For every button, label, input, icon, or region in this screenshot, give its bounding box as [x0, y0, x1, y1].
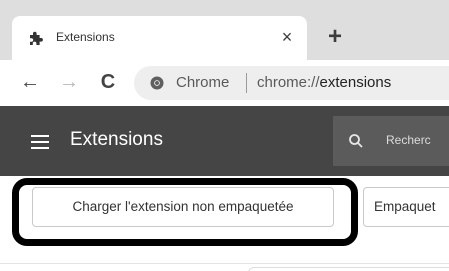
search-icon [349, 134, 363, 148]
puzzle-icon [30, 31, 43, 45]
search-input[interactable]: Recherc [333, 116, 449, 166]
extensions-header: Extensions Recherc [0, 106, 449, 176]
extension-card [248, 267, 449, 271]
tab-extensions[interactable]: Extensions × [12, 16, 307, 60]
tab-strip: Extensions × + [0, 0, 449, 60]
close-tab-icon[interactable]: × [275, 25, 299, 49]
highlight-outline [12, 178, 358, 246]
forward-icon[interactable]: → [56, 69, 82, 95]
address-bar[interactable]: Chrome chrome://extensions [134, 66, 449, 100]
reload-icon[interactable]: C [95, 69, 121, 95]
pack-extension-button[interactable]: Empaquet [363, 187, 449, 227]
chrome-logo-icon [150, 76, 164, 90]
actions-bar: Charger l'extension non empaquetée Empaq… [0, 176, 449, 271]
omnibox-separator [246, 73, 247, 93]
url-text: chrome://extensions [257, 74, 391, 91]
url-scheme: chrome:// [257, 74, 320, 91]
url-path: extensions [319, 74, 392, 91]
back-icon[interactable]: ← [17, 69, 43, 95]
tab-title: Extensions [56, 30, 115, 44]
hamburger-icon[interactable] [31, 135, 49, 149]
page-title: Extensions [70, 129, 163, 150]
new-tab-icon[interactable]: + [321, 23, 349, 51]
omnibox-chrome-label: Chrome [176, 74, 230, 91]
divider [0, 263, 449, 264]
toolbar: ← → C Chrome chrome://extensions [0, 60, 449, 106]
search-placeholder: Recherc [386, 133, 431, 147]
